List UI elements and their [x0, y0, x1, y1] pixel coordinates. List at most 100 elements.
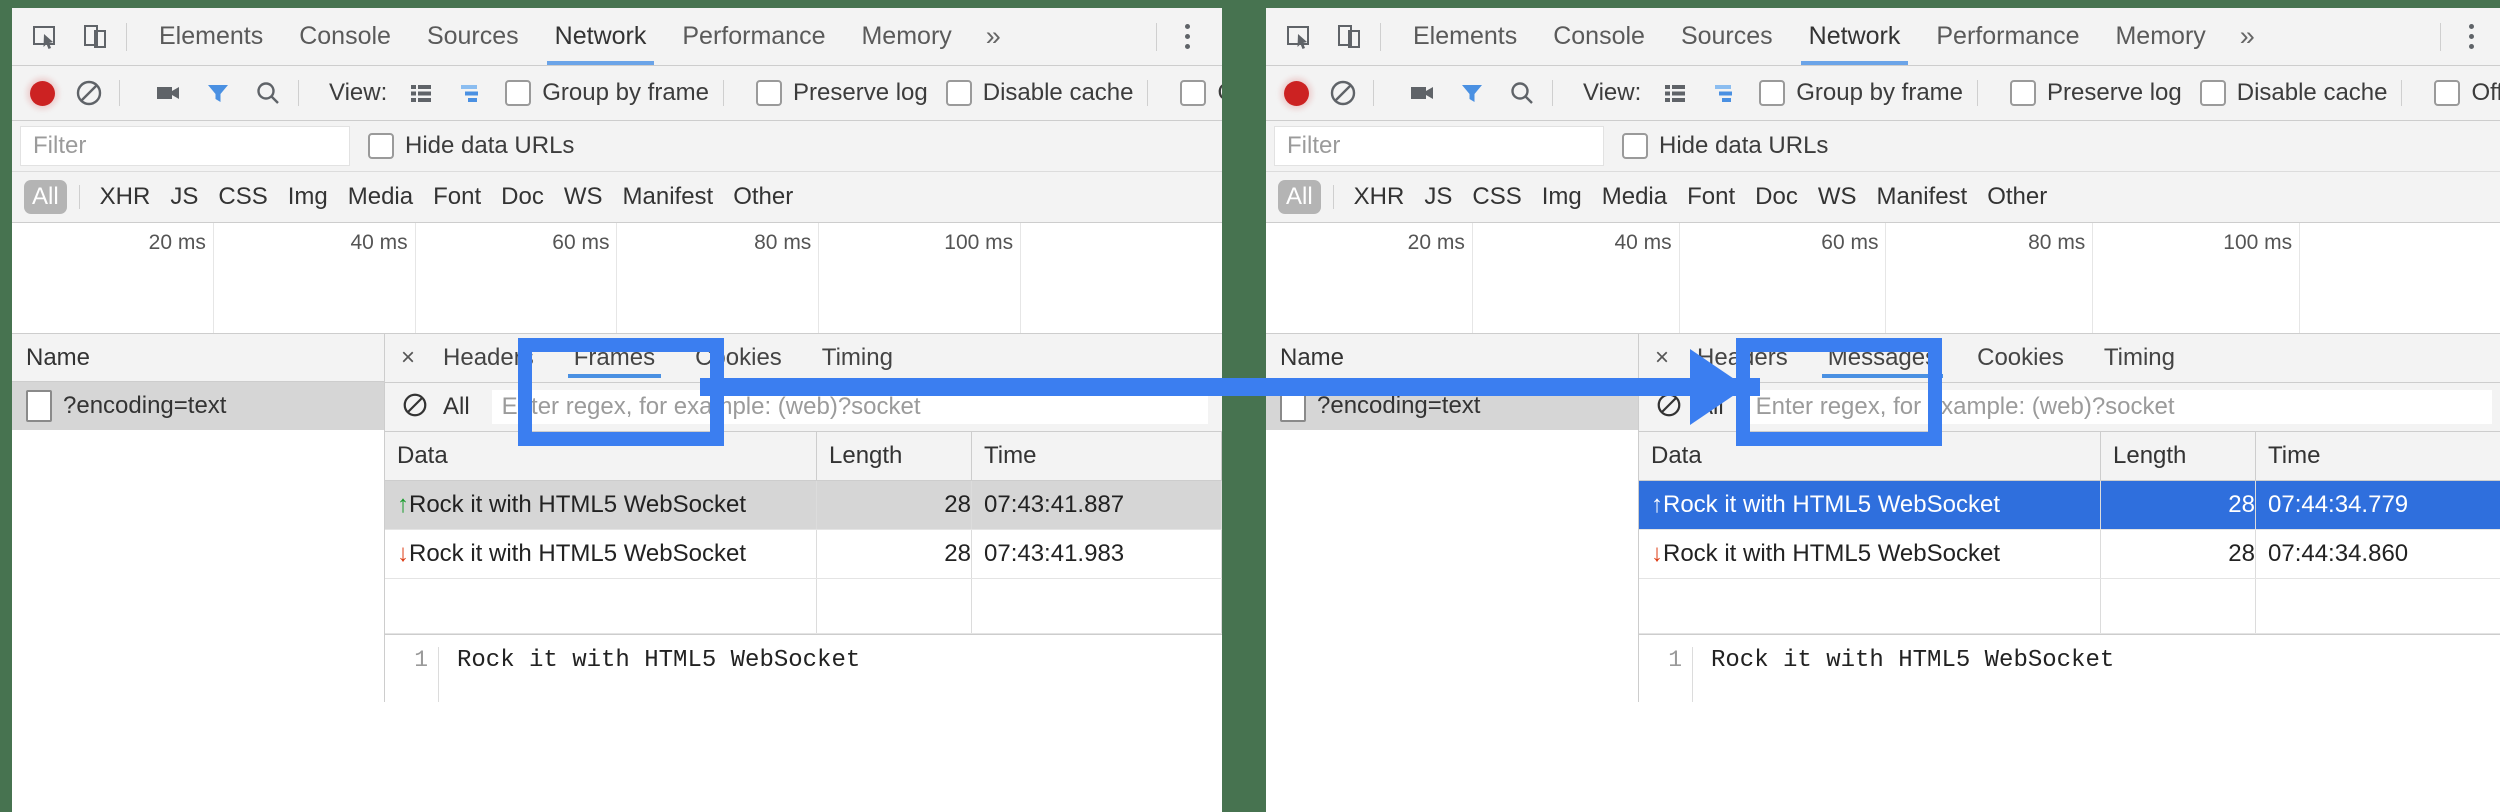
- detail-tab-headers[interactable]: Headers: [1677, 334, 1808, 382]
- tab-performance[interactable]: Performance: [1918, 8, 2097, 65]
- type-filter-css[interactable]: CSS: [1472, 183, 1521, 211]
- column-header-length[interactable]: Length: [2101, 432, 2256, 481]
- detail-tab-timing[interactable]: Timing: [2084, 334, 2195, 382]
- clear-icon[interactable]: [1327, 77, 1359, 109]
- type-filter-all[interactable]: All: [1278, 180, 1321, 214]
- regex-input[interactable]: Enter regex, for example: (web)?socket: [492, 390, 1208, 424]
- filter-funnel-icon[interactable]: [1456, 77, 1488, 109]
- frames-filter-all[interactable]: All: [443, 393, 470, 421]
- type-filter-img[interactable]: Img: [288, 183, 328, 211]
- clear-filter-icon[interactable]: [401, 391, 429, 424]
- table-row[interactable]: ↑Rock it with HTML5 WebSocket 28 07:43:4…: [385, 481, 1222, 530]
- type-filter-ws[interactable]: WS: [1818, 183, 1857, 211]
- filter-funnel-icon[interactable]: [202, 77, 234, 109]
- detail-tab-cookies[interactable]: Cookies: [1957, 334, 2084, 382]
- checkbox-offline[interactable]: [1180, 80, 1206, 106]
- close-icon[interactable]: ×: [401, 344, 415, 372]
- tab-network[interactable]: Network: [537, 8, 665, 65]
- type-filter-js[interactable]: JS: [170, 183, 198, 211]
- column-header-time[interactable]: Time: [2256, 432, 2500, 481]
- type-filter-other[interactable]: Other: [733, 183, 793, 211]
- list-item[interactable]: ?encoding=text: [12, 382, 384, 430]
- type-filter-img[interactable]: Img: [1542, 183, 1582, 211]
- checkbox-hide-data-urls[interactable]: [1622, 133, 1648, 159]
- type-filter-xhr[interactable]: XHR: [100, 183, 151, 211]
- search-icon[interactable]: [1506, 77, 1538, 109]
- type-filter-font[interactable]: Font: [1687, 183, 1735, 211]
- tab-performance[interactable]: Performance: [664, 8, 843, 65]
- device-toolbar-icon[interactable]: [78, 20, 112, 54]
- type-filter-xhr[interactable]: XHR: [1354, 183, 1405, 211]
- tab-elements[interactable]: Elements: [141, 8, 281, 65]
- kebab-menu-icon[interactable]: [2426, 23, 2488, 51]
- type-filter-manifest[interactable]: Manifest: [1877, 183, 1968, 211]
- checkbox-offline[interactable]: [2434, 80, 2460, 106]
- close-icon[interactable]: ×: [1655, 344, 1669, 372]
- type-filter-media[interactable]: Media: [1602, 183, 1667, 211]
- more-tabs-icon[interactable]: »: [2224, 8, 2271, 65]
- waterfall-view-icon[interactable]: [455, 77, 487, 109]
- detail-tab-frames[interactable]: Frames: [554, 334, 675, 382]
- tab-console[interactable]: Console: [281, 8, 409, 65]
- list-item[interactable]: ?encoding=text: [1266, 382, 1638, 430]
- clear-icon[interactable]: [73, 77, 105, 109]
- type-filter-all[interactable]: All: [24, 180, 67, 214]
- type-filter-doc[interactable]: Doc: [501, 183, 544, 211]
- tab-network[interactable]: Network: [1791, 8, 1919, 65]
- messages-filter-all[interactable]: All: [1697, 393, 1724, 421]
- type-filter-doc[interactable]: Doc: [1755, 183, 1798, 211]
- filter-input[interactable]: Filter: [20, 126, 350, 166]
- checkbox-preserve-log[interactable]: [756, 80, 782, 106]
- tab-sources[interactable]: Sources: [1663, 8, 1791, 65]
- table-row[interactable]: ↓Rock it with HTML5 WebSocket 28 07:43:4…: [385, 530, 1222, 579]
- cell-length: 28: [2101, 481, 2256, 530]
- column-header-time[interactable]: Time: [972, 432, 1222, 481]
- tab-sources[interactable]: Sources: [409, 8, 537, 65]
- capture-screenshots-icon[interactable]: [152, 77, 184, 109]
- ruler-tick: 60 ms: [1821, 231, 1878, 255]
- table-row[interactable]: ↑Rock it with HTML5 WebSocket 28 07:44:3…: [1639, 481, 2500, 530]
- capture-screenshots-icon[interactable]: [1406, 77, 1438, 109]
- kebab-menu-icon[interactable]: [1142, 23, 1204, 51]
- type-filter-ws[interactable]: WS: [564, 183, 603, 211]
- type-filter-css[interactable]: CSS: [218, 183, 267, 211]
- record-button[interactable]: [1284, 81, 1309, 106]
- type-filter-js[interactable]: JS: [1424, 183, 1452, 211]
- device-toolbar-icon[interactable]: [1332, 20, 1366, 54]
- list-view-icon[interactable]: [1659, 77, 1691, 109]
- column-header-data[interactable]: Data: [1639, 432, 2101, 481]
- checkbox-hide-data-urls[interactable]: [368, 133, 394, 159]
- column-header-data[interactable]: Data: [385, 432, 817, 481]
- search-icon[interactable]: [252, 77, 284, 109]
- tab-memory[interactable]: Memory: [843, 8, 969, 65]
- detail-tab-messages[interactable]: Messages: [1808, 334, 1957, 382]
- checkbox-group-by-frame[interactable]: [505, 80, 531, 106]
- detail-tab-timing[interactable]: Timing: [802, 334, 913, 382]
- clear-filter-icon[interactable]: [1655, 391, 1683, 424]
- checkbox-disable-cache[interactable]: [2200, 80, 2226, 106]
- checkbox-disable-cache[interactable]: [946, 80, 972, 106]
- inspect-element-icon[interactable]: [28, 20, 62, 54]
- tab-elements[interactable]: Elements: [1395, 8, 1535, 65]
- regex-input[interactable]: Enter regex, for example: (web)?socket: [1746, 390, 2492, 424]
- network-body-left: Name ?encoding=text × Headers Frames Coo…: [12, 334, 1222, 702]
- record-button[interactable]: [30, 81, 55, 106]
- type-filter-other[interactable]: Other: [1987, 183, 2047, 211]
- type-filter-font[interactable]: Font: [433, 183, 481, 211]
- checkbox-preserve-log[interactable]: [2010, 80, 2036, 106]
- type-filter-manifest[interactable]: Manifest: [623, 183, 714, 211]
- list-view-icon[interactable]: [405, 77, 437, 109]
- waterfall-view-icon[interactable]: [1709, 77, 1741, 109]
- column-header-length[interactable]: Length: [817, 432, 972, 481]
- more-tabs-icon[interactable]: »: [970, 8, 1017, 65]
- table-row[interactable]: ↓Rock it with HTML5 WebSocket 28 07:44:3…: [1639, 530, 2500, 579]
- tab-console[interactable]: Console: [1535, 8, 1663, 65]
- tab-memory[interactable]: Memory: [2097, 8, 2223, 65]
- inspect-element-icon[interactable]: [1282, 20, 1316, 54]
- checkbox-group-by-frame[interactable]: [1759, 80, 1785, 106]
- type-filter-media[interactable]: Media: [348, 183, 413, 211]
- detail-tab-cookies[interactable]: Cookies: [675, 334, 802, 382]
- filter-input[interactable]: Filter: [1274, 126, 1604, 166]
- detail-tab-headers[interactable]: Headers: [423, 334, 554, 382]
- request-detail-right: × Headers Messages Cookies Timing All En…: [1639, 334, 2500, 702]
